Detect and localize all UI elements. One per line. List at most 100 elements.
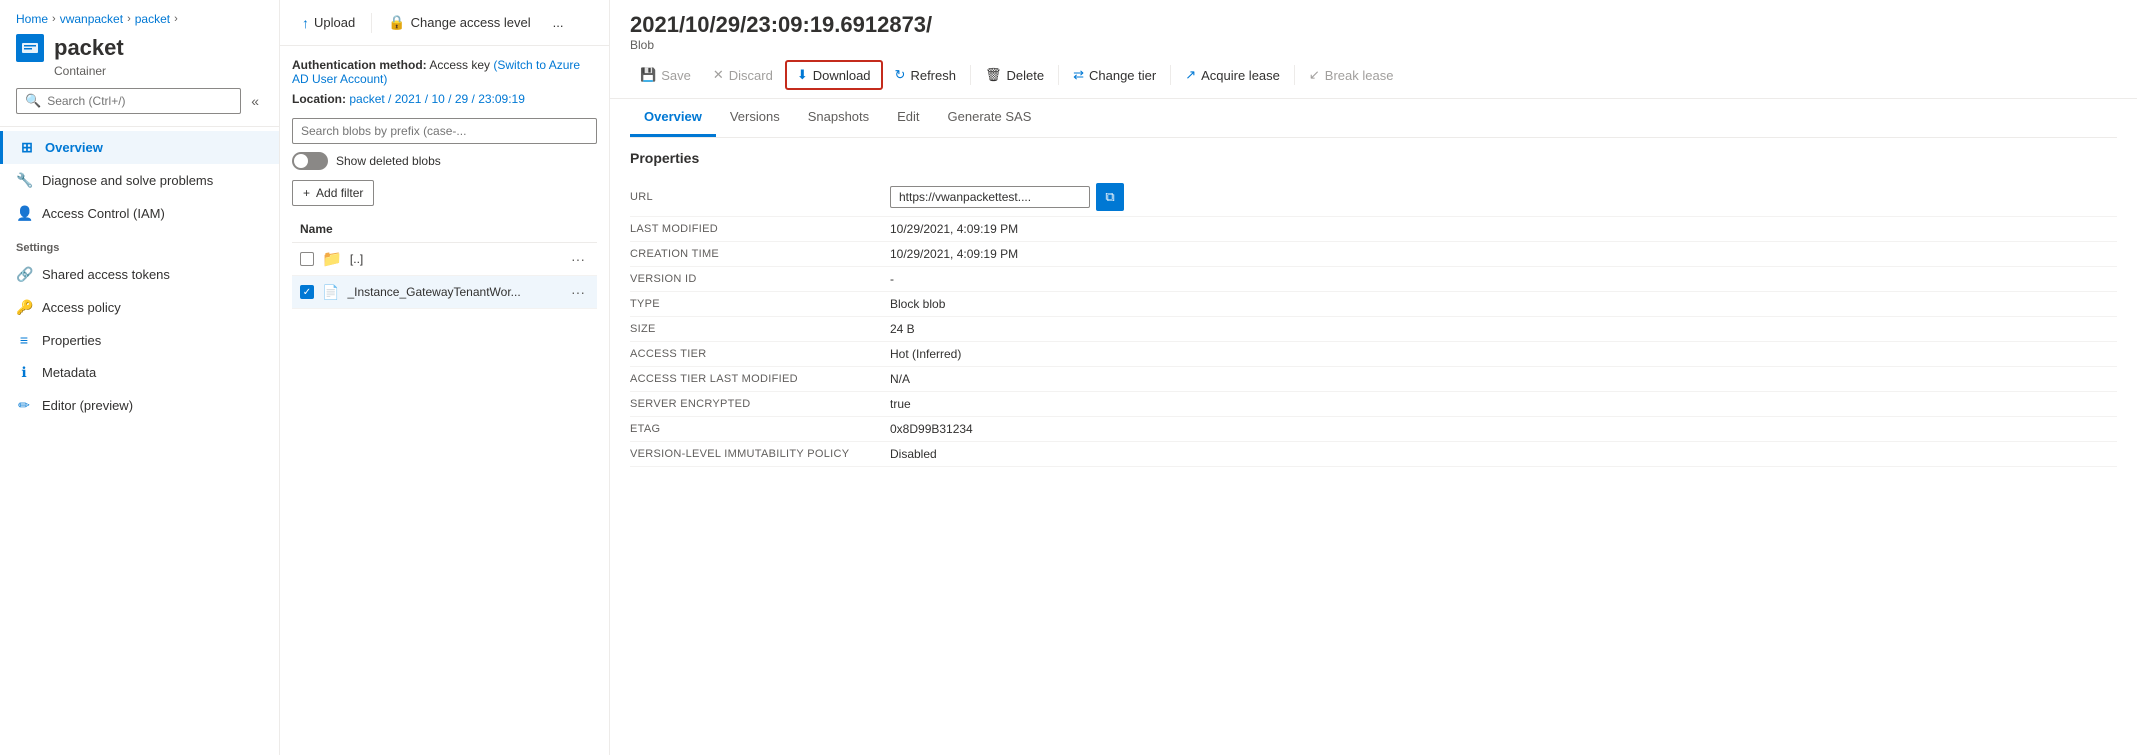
editor-icon: ✏ [16,397,32,414]
search-row: 🔍 « [16,88,263,114]
file-row[interactable]: 📁 [..] ··· [292,243,597,276]
loc-29[interactable]: 29 [455,92,468,106]
sidebar-item-metadata-label: Metadata [42,365,96,380]
right-tabs: Overview Versions Snapshots Edit Generat… [630,99,2117,138]
delete-label: Delete [1007,68,1045,83]
property-row-immutability: VERSION-LEVEL IMMUTABILITY POLICY Disabl… [630,442,2117,467]
sidebar-item-editor[interactable]: ✏ Editor (preview) [0,389,279,422]
breadcrumb-packet[interactable]: packet [135,12,170,26]
url-input[interactable] [890,186,1090,208]
save-label: Save [661,68,691,83]
right-panel: 2021/10/29/23:09:19.6912873/ Blob 💾 Save… [610,0,2137,755]
right-content: Overview Versions Snapshots Edit Generat… [610,99,2137,755]
tab-edit[interactable]: Edit [883,99,933,137]
copy-url-button[interactable]: ⧉ [1096,183,1124,211]
prop-value-server-encrypted: true [890,397,2117,411]
prop-key-access-tier: ACCESS TIER [630,348,890,360]
breadcrumb-vwanpacket[interactable]: vwanpacket [60,12,123,26]
auth-method-label: Authentication method: [292,58,427,72]
refresh-button[interactable]: ↻ Refresh [885,62,966,88]
change-access-label: Change access level [411,15,531,30]
sidebar-item-shared-tokens[interactable]: 🔗 Shared access tokens [0,258,279,291]
sidebar-item-properties[interactable]: ≡ Properties [0,324,279,356]
right-separator [1058,65,1059,85]
lock-icon: 🔒 [388,14,405,31]
discard-button[interactable]: ✕ Discard [703,62,783,88]
middle-toolbar: ↑ Upload 🔒 Change access level ... [280,0,609,46]
prop-key-url: URL [630,191,890,203]
url-box: ⧉ [890,183,1124,211]
toggle-row: Show deleted blobs [292,152,597,170]
loc-10[interactable]: 10 [431,92,444,106]
toolbar-separator [371,13,372,33]
file-more-button[interactable]: ··· [567,249,589,269]
file-row[interactable]: ✓ 📄 _Instance_GatewayTenantWor... ··· [292,276,597,309]
search-blobs-input[interactable] [292,118,597,144]
app-icon [16,34,44,62]
download-icon: ⬇ [797,67,808,83]
search-box[interactable]: 🔍 [16,88,241,114]
right-separator [1294,65,1295,85]
acquire-lease-icon: ↗ [1185,67,1196,83]
change-access-button[interactable]: 🔒 Change access level [378,8,540,37]
middle-content: Authentication method: Access key (Switc… [280,46,609,755]
sidebar-item-overview[interactable]: ⊞ Overview [0,131,279,164]
sidebar-item-metadata[interactable]: ℹ Metadata [0,356,279,389]
upload-label: Upload [314,15,355,30]
sidebar-item-access-policy-label: Access policy [42,300,121,315]
loc-time[interactable]: 23:09:19 [478,92,525,106]
loc-packet[interactable]: packet [349,92,384,106]
folder-icon: 📁 [322,249,342,269]
prop-value-access-tier: Hot (Inferred) [890,347,2117,361]
breadcrumb-home[interactable]: Home [16,12,48,26]
collapse-sidebar-button[interactable]: « [247,91,263,111]
delete-button[interactable]: 🗑 Delete [975,62,1054,88]
break-lease-label: Break lease [1325,68,1394,83]
sidebar-item-shared-tokens-label: Shared access tokens [42,267,170,282]
upload-button[interactable]: ↑ Upload [292,9,365,37]
settings-section-label: Settings [0,230,279,258]
break-lease-button[interactable]: ↙ Break lease [1299,62,1404,88]
acquire-lease-button[interactable]: ↗ Acquire lease [1175,62,1290,88]
save-button[interactable]: 💾 Save [630,62,701,88]
property-row-access-tier: ACCESS TIER Hot (Inferred) [630,342,2117,367]
change-tier-button[interactable]: ⇄ Change tier [1063,62,1166,88]
access-policy-icon: 🔑 [16,299,32,316]
tab-versions[interactable]: Versions [716,99,794,137]
overview-icon: ⊞ [19,139,35,156]
iam-icon: 👤 [16,205,32,222]
property-row-creation-time: CREATION TIME 10/29/2021, 4:09:19 PM [630,242,2117,267]
search-input[interactable] [47,94,232,108]
copy-icon: ⧉ [1105,189,1114,205]
show-deleted-toggle[interactable] [292,152,328,170]
diagnose-icon: 🔧 [16,172,32,189]
prop-key-last-modified: LAST MODIFIED [630,223,890,235]
search-blobs [292,118,597,144]
file-checkbox[interactable] [300,252,314,266]
file-more-button[interactable]: ··· [567,282,589,302]
toggle-knob [294,154,308,168]
property-row-access-tier-last-modified: ACCESS TIER LAST MODIFIED N/A [630,367,2117,392]
break-lease-icon: ↙ [1309,67,1320,83]
prop-key-type: TYPE [630,298,890,310]
tab-overview[interactable]: Overview [630,99,716,137]
sidebar-item-iam[interactable]: 👤 Access Control (IAM) [0,197,279,230]
sidebar-item-access-policy[interactable]: 🔑 Access policy [0,291,279,324]
sidebar-item-iam-label: Access Control (IAM) [42,206,165,221]
prop-value-size: 24 B [890,322,2117,336]
app-subtitle: Container [54,64,263,78]
sidebar-item-diagnose[interactable]: 🔧 Diagnose and solve problems [0,164,279,197]
prop-value-url: ⧉ [890,183,2117,211]
loc-2021[interactable]: 2021 [395,92,422,106]
download-button[interactable]: ⬇ Download [785,60,883,90]
refresh-icon: ↻ [895,67,906,83]
file-checkbox-checked[interactable]: ✓ [300,285,314,299]
tab-generate-sas[interactable]: Generate SAS [934,99,1046,137]
search-icon: 🔍 [25,93,41,109]
metadata-icon: ℹ [16,364,32,381]
property-row-last-modified: LAST MODIFIED 10/29/2021, 4:09:19 PM [630,217,2117,242]
more-options-button[interactable]: ... [543,9,574,36]
add-filter-button[interactable]: + Add filter [292,180,374,206]
tab-snapshots[interactable]: Snapshots [794,99,883,137]
file-name: [..] [350,252,559,266]
